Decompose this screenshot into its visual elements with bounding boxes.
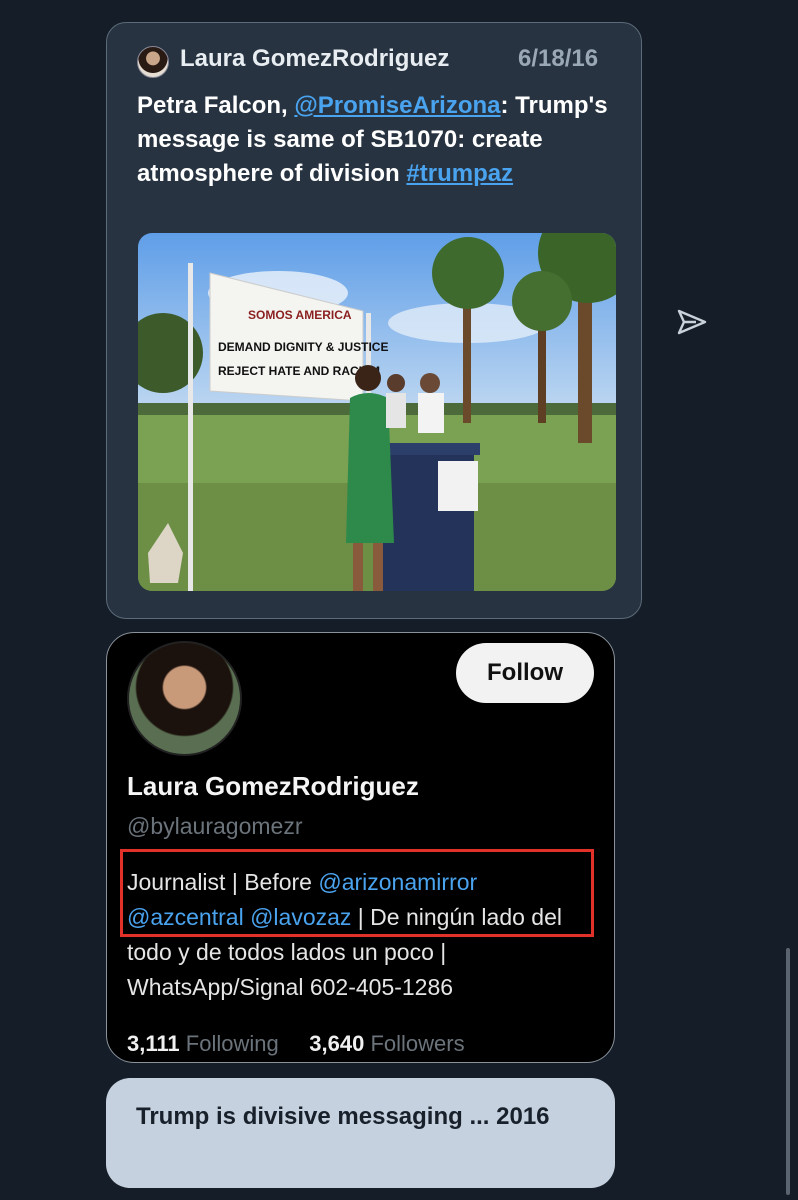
tweet-hashtag-link[interactable]: #trumpaz <box>406 160 513 187</box>
tweet-text-prefix: Petra Falcon, <box>137 92 295 119</box>
profile-card-screenshot[interactable]: Follow Laura GomezRodriguez @bylauragome… <box>106 632 615 1063</box>
bio-text-start: Journalist | Before <box>127 869 319 895</box>
bio-mention-azcentral[interactable]: @azcentral <box>127 904 244 930</box>
protest-photo-illustration: SOMOS AMERICA DEMAND DIGNITY & JUSTICE R… <box>138 233 616 591</box>
message-bubble[interactable]: Trump is divisive messaging ... 2016 <box>106 1078 615 1188</box>
tweet-mention-link[interactable]: @PromiseArizona <box>294 92 500 119</box>
tweet-author-avatar[interactable] <box>137 46 169 78</box>
profile-handle: @bylauragomezr <box>127 813 303 839</box>
tweet-author-name[interactable]: Laura GomezRodriguez <box>180 45 449 73</box>
following-count[interactable]: 3,111 <box>127 1031 180 1056</box>
profile-bio: Journalist | Before @arizonamirror @azce… <box>127 865 597 1005</box>
tweet-date: 6/18/16 <box>518 45 599 72</box>
follow-button[interactable]: Follow <box>456 643 594 703</box>
banner-line2: DEMAND DIGNITY & JUSTICE <box>218 340 388 354</box>
tweet-photo[interactable]: SOMOS AMERICA DEMAND DIGNITY & JUSTICE R… <box>138 233 616 591</box>
followers-label[interactable]: Followers <box>370 1031 464 1056</box>
profile-name: Laura GomezRodriguez <box>127 771 419 801</box>
quoted-tweet-card[interactable]: Laura GomezRodriguez 6/18/16 Petra Falco… <box>106 22 642 619</box>
banner-line1: SOMOS AMERICA <box>248 308 352 322</box>
followers-count[interactable]: 3,640 <box>309 1031 364 1056</box>
scrollbar[interactable] <box>786 948 790 1195</box>
profile-avatar[interactable] <box>127 641 242 756</box>
bio-mention-arizonamirror[interactable]: @arizonamirror <box>318 869 477 895</box>
bio-mention-lavozaz[interactable]: @lavozaz <box>250 904 351 930</box>
message-text: Trump is divisive messaging ... 2016 <box>136 1103 550 1130</box>
tweet-text: Petra Falcon, @PromiseArizona: Trump's m… <box>137 89 622 191</box>
profile-stats: 3,111 Following 3,640 Followers <box>127 1031 465 1057</box>
send-icon[interactable] <box>676 306 708 338</box>
following-label[interactable]: Following <box>186 1031 279 1056</box>
